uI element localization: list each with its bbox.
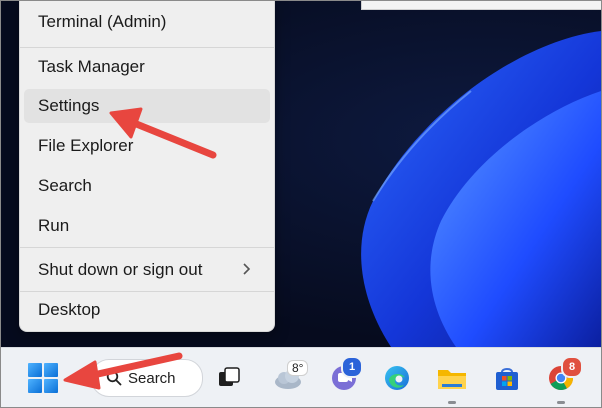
microsoft-store-icon <box>496 368 518 390</box>
menu-item-label: Run <box>38 216 70 235</box>
start-button[interactable] <box>23 348 63 407</box>
chrome-notification-badge: 8 <box>561 356 583 378</box>
teams-chat-button[interactable]: 1 <box>323 348 365 407</box>
windows-logo-icon <box>28 363 58 393</box>
screenshot-frame: Terminal (Admin) Task Manager Settings F… <box>0 0 602 408</box>
menu-item-search[interactable]: Search <box>24 169 270 203</box>
chevron-right-icon <box>243 263 251 275</box>
menu-item-label: Shut down or sign out <box>38 260 203 279</box>
annotation-arrow-settings <box>109 107 217 159</box>
menu-item-label: Desktop <box>38 300 101 319</box>
background-window-edge <box>361 1 601 10</box>
teams-notification-badge: 1 <box>341 356 363 378</box>
folder-icon <box>438 370 466 389</box>
menu-separator <box>20 247 274 248</box>
menu-item-shut-down-sign-out[interactable]: Shut down or sign out <box>24 253 270 287</box>
menu-item-label: Task Manager <box>38 57 145 76</box>
running-indicator <box>557 401 565 404</box>
menu-item-label: Search <box>38 176 92 195</box>
edge-browser-icon <box>385 366 409 390</box>
edge-browser-button[interactable] <box>377 348 417 407</box>
menu-item-task-manager[interactable]: Task Manager <box>24 50 270 84</box>
task-view-button[interactable] <box>211 348 247 407</box>
menu-item-desktop[interactable]: Desktop <box>24 293 270 327</box>
menu-item-label: Settings <box>38 96 100 115</box>
menu-separator <box>20 47 274 48</box>
chrome-browser-button[interactable]: 8 <box>541 348 583 407</box>
weather-temperature: 8° <box>287 360 309 376</box>
weather-widget-button[interactable]: 8° <box>267 348 311 407</box>
running-indicator <box>448 401 456 404</box>
file-explorer-button[interactable] <box>431 348 473 407</box>
annotation-arrow-start <box>63 352 183 390</box>
menu-separator <box>20 291 274 292</box>
task-view-icon <box>219 367 240 386</box>
menu-item-run[interactable]: Run <box>24 209 270 243</box>
menu-item-terminal-admin[interactable]: Terminal (Admin) <box>24 5 270 39</box>
menu-item-label: Terminal (Admin) <box>38 12 167 31</box>
microsoft-store-button[interactable] <box>487 348 527 407</box>
